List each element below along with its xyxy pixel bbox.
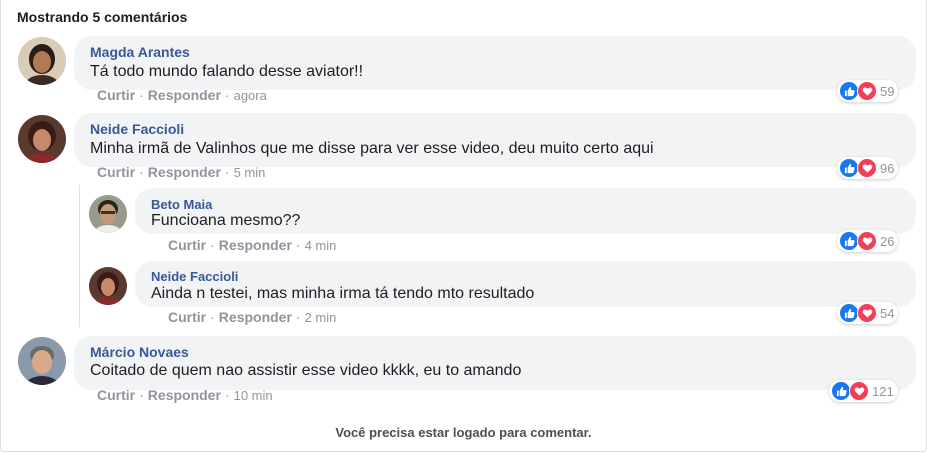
like-button[interactable]: Curtir <box>97 387 135 403</box>
reactions-summary[interactable]: 59 <box>837 80 899 102</box>
reactions-summary[interactable]: 96 <box>837 157 899 179</box>
comment-time[interactable]: 5 min <box>234 165 266 180</box>
comment-actions: Curtir · Responder · 4 min <box>168 237 337 253</box>
heart-icon <box>857 81 877 101</box>
avatar[interactable] <box>18 37 66 85</box>
thumbs-up-icon <box>839 81 859 101</box>
avatar[interactable] <box>89 267 127 305</box>
reply-button[interactable]: Responder <box>148 164 221 180</box>
like-button[interactable]: Curtir <box>97 164 135 180</box>
reaction-count: 54 <box>880 305 895 321</box>
comment-author[interactable]: Magda Arantes <box>90 44 190 60</box>
comment-text: Tá todo mundo falando desse aviator!! <box>90 63 364 80</box>
thumbs-up-icon <box>839 303 859 323</box>
comment-author[interactable]: Márcio Novaes <box>90 344 189 360</box>
thumbs-up-icon <box>839 158 859 178</box>
comment-time[interactable]: 10 min <box>234 388 273 403</box>
thread-line <box>79 185 80 327</box>
heart-icon <box>849 381 869 401</box>
reaction-count: 26 <box>880 233 895 249</box>
comment-time[interactable]: 2 min <box>305 310 337 325</box>
reaction-count: 59 <box>880 83 895 99</box>
login-required-notice: Você precisa estar logado para comentar. <box>335 425 592 440</box>
reactions-summary[interactable]: 54 <box>837 302 899 324</box>
thumbs-up-icon <box>831 381 851 401</box>
comment-author[interactable]: Neide Faccioli <box>90 121 184 137</box>
heart-icon <box>857 158 877 178</box>
reply-button[interactable]: Responder <box>219 237 292 253</box>
comment-text: Ainda n testei, mas minha irma tá tendo … <box>151 285 535 302</box>
comments-count-header: Mostrando 5 comentários <box>17 9 188 25</box>
comment-actions: Curtir · Responder · agora <box>97 87 267 103</box>
like-button[interactable]: Curtir <box>97 87 135 103</box>
thumbs-up-icon <box>839 231 859 251</box>
like-button[interactable]: Curtir <box>168 237 206 253</box>
like-button[interactable]: Curtir <box>168 309 206 325</box>
comment-actions: Curtir · Responder · 5 min <box>97 164 266 180</box>
comment-author[interactable]: Beto Maia <box>151 197 212 212</box>
comment-time[interactable]: 4 min <box>305 238 337 253</box>
avatar[interactable] <box>18 337 66 385</box>
comment-text: Minha irmã de Valinhos que me disse para… <box>90 140 654 157</box>
reply-button[interactable]: Responder <box>219 309 292 325</box>
reactions-summary[interactable]: 26 <box>837 230 899 252</box>
reply-button[interactable]: Responder <box>148 387 221 403</box>
comment-actions: Curtir · Responder · 2 min <box>168 309 337 325</box>
heart-icon <box>857 231 877 251</box>
comment-text: Funcioana mesmo?? <box>151 212 301 229</box>
reaction-count: 96 <box>880 160 895 176</box>
reaction-count: 121 <box>872 383 894 399</box>
comment-time[interactable]: agora <box>234 88 267 103</box>
comment-author[interactable]: Neide Faccioli <box>151 269 238 284</box>
avatar[interactable] <box>89 195 127 233</box>
comment-actions: Curtir · Responder · 10 min <box>97 387 273 403</box>
heart-icon <box>857 303 877 323</box>
comment-text: Coitado de quem nao assistir esse video … <box>90 362 522 379</box>
reactions-summary[interactable]: 121 <box>829 380 898 402</box>
reply-button[interactable]: Responder <box>148 87 221 103</box>
avatar[interactable] <box>18 115 66 163</box>
